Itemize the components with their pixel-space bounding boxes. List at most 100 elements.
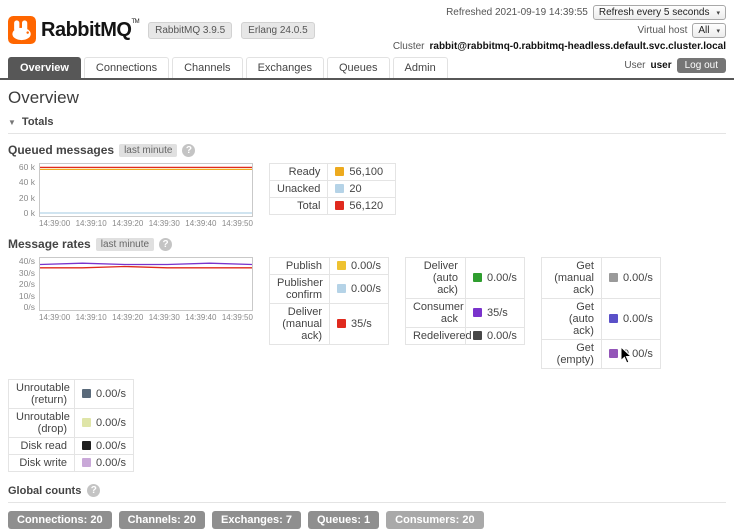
series-color-swatch bbox=[337, 261, 346, 270]
erlang-version-badge: Erlang 24.0.5 bbox=[241, 21, 315, 39]
tab-queues[interactable]: Queues bbox=[327, 57, 390, 78]
user-area: User user Log out bbox=[624, 58, 726, 78]
header: RabbitMQTM RabbitMQ 3.9.5 Erlang 24.0.5 … bbox=[0, 0, 734, 55]
legend-value: 35/s bbox=[464, 298, 525, 328]
series-color-swatch bbox=[335, 167, 345, 176]
series-color-swatch bbox=[608, 314, 618, 323]
legend-label: Publisher confirm bbox=[269, 274, 330, 304]
table-row: Disk read 0.00/s bbox=[8, 437, 134, 455]
y-axis-labels: 40/s 30/s 20/s 10/s 0/s bbox=[18, 256, 35, 312]
collapse-arrow-icon: ▼ bbox=[8, 117, 16, 127]
legend-value: 0.00/s bbox=[600, 298, 661, 340]
table-row: Total 56,120 bbox=[268, 197, 397, 215]
table-row: Get (empty) 0.00/s bbox=[540, 339, 661, 369]
message-rates-header: Message rates last minute ? bbox=[8, 237, 726, 251]
legend-value: 56,100 bbox=[327, 163, 397, 181]
logo[interactable]: RabbitMQTM RabbitMQ 3.9.5 Erlang 24.0.5 bbox=[8, 5, 315, 55]
table-row: Redelivered 0.00/s bbox=[404, 327, 525, 345]
table-row: Unacked 20 bbox=[268, 180, 397, 198]
legend-value: 0.00/s bbox=[329, 274, 389, 304]
global-count-badges: Connections: 20 Channels: 20 Exchanges: … bbox=[8, 511, 726, 529]
rates-range-badge[interactable]: last minute bbox=[95, 237, 155, 251]
legend-value: 0.00/s bbox=[74, 454, 134, 472]
legend-label: Ready bbox=[268, 163, 329, 181]
series-color-swatch bbox=[335, 184, 345, 193]
legend-value: 0.00/s bbox=[329, 257, 389, 275]
brand-text: RabbitMQTM bbox=[41, 18, 140, 41]
table-row: Publish 0.00/s bbox=[269, 257, 389, 275]
series-color-swatch bbox=[472, 308, 482, 317]
legend-label: Redelivered bbox=[404, 327, 472, 345]
queued-messages-header: Queued messages last minute ? bbox=[8, 143, 726, 157]
legend-value: 0.00/s bbox=[600, 257, 661, 299]
rabbitmq-logo-icon bbox=[8, 16, 36, 44]
virtual-host-select[interactable]: All ▾ bbox=[692, 23, 726, 38]
tab-channels[interactable]: Channels bbox=[172, 57, 243, 78]
connections-count-badge: Connections: 20 bbox=[8, 511, 112, 529]
cluster-name: rabbit@rabbitmq-0.rabbitmq-headless.defa… bbox=[429, 41, 727, 52]
rates-legend-table-1: Publish 0.00/s Publisher confirm 0.00/s … bbox=[269, 257, 389, 345]
legend-value: 0.00/s bbox=[74, 408, 134, 438]
chart-plot-area bbox=[39, 163, 253, 217]
table-row: Ready 56,100 bbox=[268, 163, 397, 181]
legend-value: 56,120 bbox=[327, 197, 397, 215]
user-name: user bbox=[650, 60, 672, 71]
table-row: Publisher confirm 0.00/s bbox=[269, 274, 389, 304]
series-color-swatch bbox=[82, 418, 91, 427]
consumers-count-badge: Consumers: 20 bbox=[386, 511, 484, 529]
virtual-host-label: Virtual host bbox=[637, 25, 688, 36]
refresh-interval-select[interactable]: Refresh every 5 seconds ▾ bbox=[592, 5, 726, 20]
legend-label: Get (empty) bbox=[540, 339, 602, 369]
legend-label: Unacked bbox=[268, 180, 329, 198]
legend-value: 20 bbox=[327, 180, 397, 198]
legend-value: 0.00/s bbox=[464, 257, 525, 299]
series-color-swatch bbox=[337, 319, 346, 328]
series-color-swatch bbox=[82, 441, 91, 450]
series-color-swatch bbox=[472, 273, 482, 282]
legend-label: Get (manual ack) bbox=[540, 257, 602, 299]
queued-messages-chart: 60 k 40 k 20 k0 k 14:39:00 14:39:10 14:39:20… bbox=[8, 163, 253, 228]
queued-range-badge[interactable]: last minute bbox=[119, 143, 178, 157]
series-color-swatch bbox=[608, 273, 618, 282]
tab-connections[interactable]: Connections bbox=[83, 57, 170, 78]
chart-plot-area bbox=[39, 257, 253, 311]
legend-label: Unroutable (return) bbox=[8, 379, 75, 409]
series-color-swatch bbox=[337, 284, 346, 293]
table-row: Consumer ack 35/s bbox=[404, 298, 525, 328]
series-color-swatch bbox=[472, 331, 482, 340]
chevron-down-icon: ▾ bbox=[716, 27, 720, 35]
legend-label: Deliver (manual ack) bbox=[269, 303, 330, 345]
totals-section-toggle[interactable]: ▼ Totals bbox=[8, 114, 726, 134]
table-row: Disk write 0.00/s bbox=[8, 454, 134, 472]
legend-value: 35/s bbox=[329, 303, 389, 345]
help-icon[interactable]: ? bbox=[159, 237, 173, 251]
tab-overview[interactable]: Overview bbox=[8, 57, 81, 78]
refreshed-timestamp: Refreshed 2021-09-19 14:39:55 bbox=[446, 7, 588, 18]
table-row: Deliver (auto ack) 0.00/s bbox=[404, 257, 525, 299]
queued-legend-table: Ready 56,100 Unacked 20 Total 56,120 bbox=[268, 163, 397, 215]
queued-messages-title: Queued messages bbox=[8, 143, 115, 157]
tab-admin[interactable]: Admin bbox=[392, 57, 448, 78]
legend-value: 0.00/s bbox=[464, 327, 525, 345]
legend-label: Get (auto ack) bbox=[540, 298, 602, 340]
tm-mark: TM bbox=[131, 18, 140, 25]
table-row: Unroutable (drop) 0.00/s bbox=[8, 408, 134, 438]
legend-label: Disk read bbox=[8, 437, 75, 455]
x-axis-labels: 14:39:00 14:39:10 14:39:20 14:39:30 14:39:40… bbox=[39, 313, 253, 322]
series-color-swatch bbox=[82, 389, 91, 398]
global-counts-header: Global counts ? bbox=[8, 482, 726, 503]
series-color-swatch bbox=[608, 349, 618, 358]
legend-label: Unroutable (drop) bbox=[8, 408, 75, 438]
legend-label: Publish bbox=[269, 257, 330, 275]
logout-button[interactable]: Log out bbox=[676, 58, 726, 73]
tab-exchanges[interactable]: Exchanges bbox=[245, 57, 324, 78]
series-color-swatch bbox=[82, 458, 91, 467]
legend-value: 0.00/s bbox=[600, 339, 661, 369]
help-icon[interactable]: ? bbox=[182, 143, 196, 157]
legend-label: Disk write bbox=[8, 454, 75, 472]
x-axis-labels: 14:39:00 14:39:10 14:39:20 14:39:30 14:39:40… bbox=[39, 219, 253, 228]
help-icon[interactable]: ? bbox=[87, 484, 101, 497]
legend-label: Total bbox=[268, 197, 329, 215]
legend-value: 0.00/s bbox=[74, 379, 134, 409]
user-label: User bbox=[624, 60, 646, 71]
